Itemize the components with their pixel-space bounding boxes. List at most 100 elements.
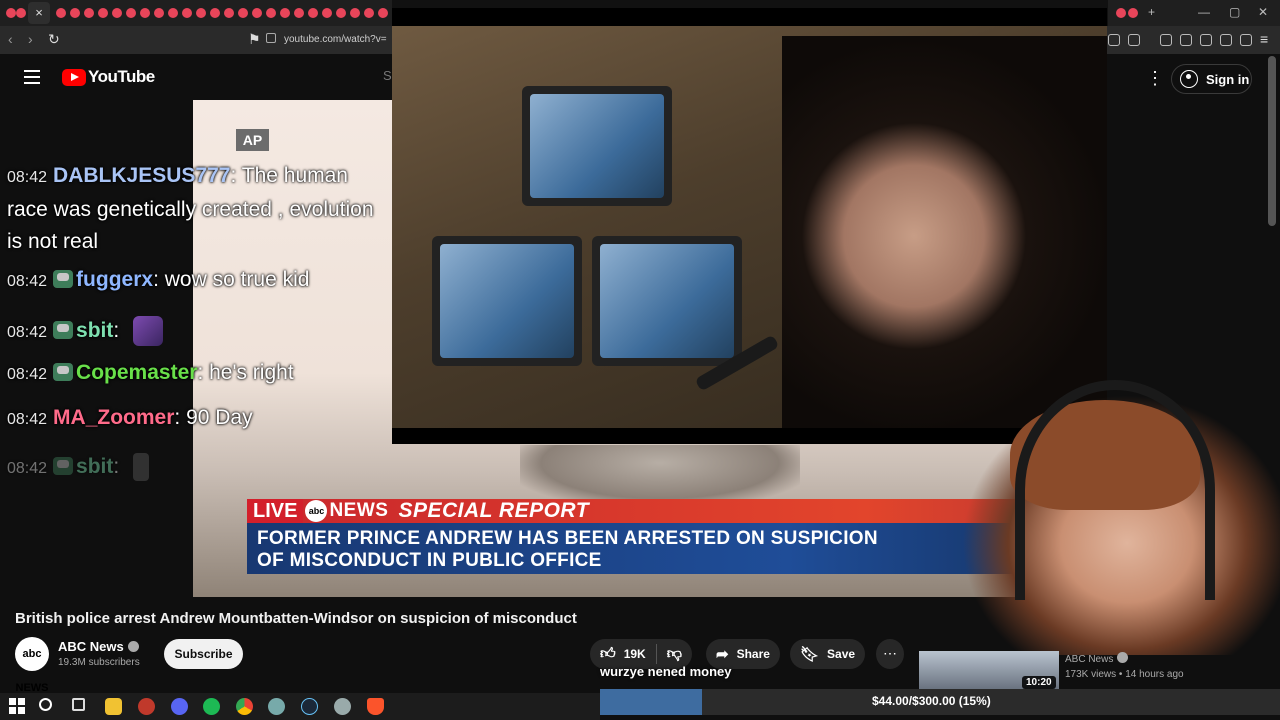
- sign-in-button[interactable]: Sign in: [1171, 64, 1252, 94]
- like-count[interactable]: 19K: [624, 647, 646, 661]
- channel-name[interactable]: ABC News: [58, 639, 139, 654]
- chat-username[interactable]: Copemaster: [76, 361, 197, 384]
- tab-favicon[interactable]: [70, 8, 80, 18]
- recommended-meta: 173K views • 14 hours ago: [1065, 669, 1184, 680]
- chat-timestamp: 08:42: [7, 411, 48, 428]
- shield-icon[interactable]: [1240, 34, 1252, 46]
- tab-favicon[interactable]: [6, 8, 16, 18]
- tab-favicon[interactable]: [238, 8, 248, 18]
- donation-message: wurzye nened money: [600, 664, 732, 679]
- chat-timestamp: 08:42: [7, 273, 48, 290]
- discord-icon[interactable]: [171, 698, 188, 715]
- tab-favicon[interactable]: [308, 8, 318, 18]
- headline-line-2: OF MISCONDUCT IN PUBLIC OFFICE: [257, 550, 602, 571]
- page-scrollbar[interactable]: [1268, 56, 1276, 226]
- bookmark-icon[interactable]: ⚑: [248, 31, 261, 48]
- windows-taskbar: [0, 693, 600, 720]
- tab-favicon[interactable]: [140, 8, 150, 18]
- tab-favicon[interactable]: [196, 8, 206, 18]
- settings-kebab-icon[interactable]: ⋮: [1146, 68, 1164, 89]
- tab-favicon[interactable]: [280, 8, 290, 18]
- tab-favicon[interactable]: [56, 8, 66, 18]
- tab-favicon[interactable]: [16, 8, 26, 18]
- share-label: Share: [736, 647, 770, 661]
- tab-favicon[interactable]: [168, 8, 178, 18]
- brave-icon[interactable]: [367, 698, 384, 715]
- app-icon[interactable]: [138, 698, 155, 715]
- close-tab-icon[interactable]: ×: [28, 2, 50, 24]
- chat-username[interactable]: sbit: [76, 319, 113, 342]
- extension-icon[interactable]: [1108, 34, 1120, 46]
- tab-favicon[interactable]: [336, 8, 346, 18]
- crt-monitor: [432, 236, 582, 366]
- app-icon[interactable]: [268, 698, 285, 715]
- live-label: LIVE: [247, 499, 304, 523]
- address-bar[interactable]: youtube.com/watch?v=: [266, 29, 406, 51]
- wallet-icon[interactable]: [1200, 34, 1212, 46]
- channel-avatar[interactable]: abc NEWS: [15, 637, 49, 694]
- tab-favicon[interactable]: [98, 8, 108, 18]
- donation-goal-fill: [600, 689, 702, 715]
- tab-favicon[interactable]: [1128, 8, 1138, 18]
- minimize-icon[interactable]: —: [1198, 5, 1210, 19]
- tab-favicon[interactable]: [378, 8, 388, 18]
- tab-favicon[interactable]: [350, 8, 360, 18]
- like-icon[interactable]: 👍︎: [600, 645, 616, 663]
- task-view-icon[interactable]: [72, 698, 85, 711]
- extension-icon[interactable]: [1220, 34, 1232, 46]
- back-icon[interactable]: ‹: [8, 31, 13, 47]
- sidebar-icon[interactable]: [1180, 34, 1192, 46]
- app-icon[interactable]: [334, 698, 351, 715]
- network-label: NEWS: [329, 500, 389, 521]
- tab-favicon[interactable]: [252, 8, 262, 18]
- spotify-icon[interactable]: [203, 698, 220, 715]
- hamburger-menu-icon[interactable]: [24, 70, 40, 84]
- more-actions-icon[interactable]: ⋯: [876, 639, 904, 669]
- chat-timestamp: 08:42: [7, 460, 48, 477]
- tab-favicon[interactable]: [224, 8, 234, 18]
- tab-favicon[interactable]: [126, 8, 136, 18]
- chat-separator: :: [197, 361, 210, 384]
- dislike-icon[interactable]: 👎︎: [667, 645, 682, 663]
- extension-icon[interactable]: [1160, 34, 1172, 46]
- chrome-icon[interactable]: [236, 698, 253, 715]
- tab-favicon[interactable]: [266, 8, 276, 18]
- new-tab-icon[interactable]: +: [1148, 5, 1155, 19]
- close-window-icon[interactable]: ✕: [1258, 5, 1268, 19]
- tab-favicon[interactable]: [182, 8, 192, 18]
- search-input[interactable]: S: [383, 68, 392, 83]
- recommended-channel[interactable]: ABC News: [1065, 652, 1129, 665]
- clip-scene: [392, 26, 1107, 428]
- tab-favicon[interactable]: [322, 8, 332, 18]
- steam-icon[interactable]: [301, 698, 318, 715]
- recommended-channel-text[interactable]: ABC News: [1065, 654, 1113, 665]
- tab-favicon[interactable]: [154, 8, 164, 18]
- chat-text: wow so true kid: [164, 268, 310, 291]
- chat-message: 08:42 sbit:: [7, 453, 150, 481]
- site-info-icon[interactable]: [266, 33, 276, 43]
- chat-username[interactable]: MA_Zoomer: [53, 406, 174, 429]
- windows-start-icon[interactable]: [9, 698, 26, 715]
- tab-favicon[interactable]: [294, 8, 304, 18]
- extension-icon[interactable]: [1128, 34, 1140, 46]
- save-button[interactable]: 🔖︎ Save: [790, 639, 866, 669]
- chat-message: 08:42 sbit:: [7, 316, 164, 346]
- subscribe-button[interactable]: Subscribe: [164, 639, 243, 669]
- channel-name-text[interactable]: ABC News: [58, 639, 124, 654]
- forward-icon[interactable]: ›: [28, 31, 33, 47]
- file-explorer-icon[interactable]: [105, 698, 122, 715]
- tab-favicon[interactable]: [1116, 8, 1126, 18]
- reload-icon[interactable]: ↻: [48, 31, 60, 48]
- tab-favicon[interactable]: [84, 8, 94, 18]
- menu-icon[interactable]: ≡: [1260, 31, 1268, 47]
- chat-username[interactable]: DABLKJESUS777: [53, 164, 230, 187]
- tab-favicon[interactable]: [210, 8, 220, 18]
- chat-username[interactable]: sbit: [76, 455, 113, 478]
- tab-favicon[interactable]: [364, 8, 374, 18]
- sign-in-label: Sign in: [1206, 71, 1250, 87]
- chat-username[interactable]: fuggerx: [76, 268, 153, 291]
- youtube-logo[interactable]: YouTube: [62, 67, 155, 86]
- maximize-icon[interactable]: ▢: [1229, 5, 1240, 19]
- tab-favicon[interactable]: [112, 8, 122, 18]
- search-icon[interactable]: [39, 698, 52, 711]
